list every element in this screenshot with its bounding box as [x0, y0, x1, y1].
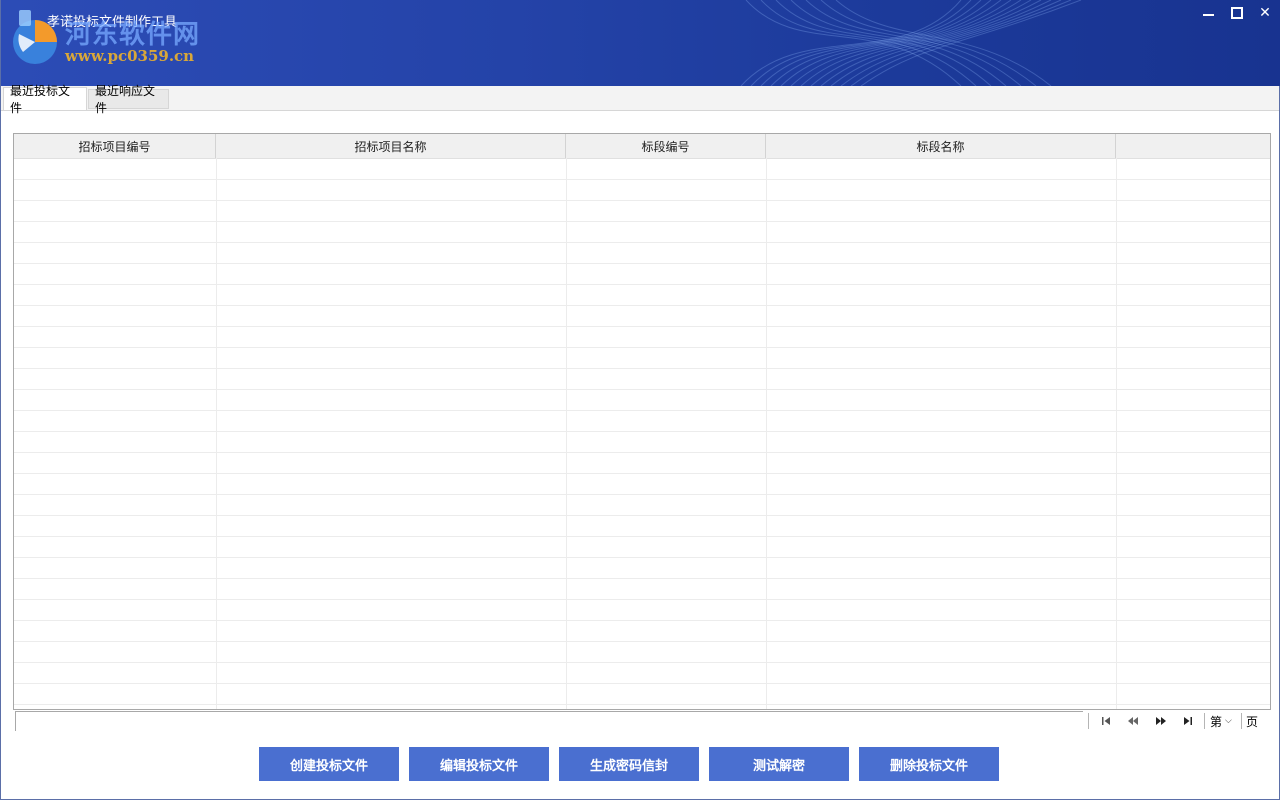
row-gridline — [14, 494, 1270, 495]
watermark-text: 河东软件网 — [65, 20, 201, 50]
column-header-filler — [1116, 134, 1270, 158]
bid-files-table: 招标项目编号 招标项目名称 标段编号 标段名称 — [13, 133, 1271, 710]
next-page-icon — [1156, 717, 1166, 725]
last-page-button[interactable] — [1179, 713, 1197, 729]
prev-page-icon — [1128, 717, 1138, 725]
maximize-button[interactable] — [1223, 2, 1251, 24]
scrollbar-track — [15, 711, 1083, 712]
last-page-icon — [1184, 717, 1192, 725]
row-gridline — [14, 473, 1270, 474]
row-gridline — [14, 641, 1270, 642]
page-prefix-label: 第 — [1210, 714, 1223, 729]
column-gridline — [1116, 158, 1117, 709]
column-header-section-number[interactable]: 标段编号 — [566, 134, 766, 158]
generate-password-envelope-button[interactable]: 生成密码信封 — [559, 747, 699, 781]
table-header: 招标项目编号 招标项目名称 标段编号 标段名称 — [14, 134, 1270, 159]
first-page-icon — [1102, 717, 1110, 725]
app-window: 孝诺投标文件制作工具 河东软件网 www.pc0359.cn ✕ 最近投标文件 … — [0, 0, 1280, 800]
next-page-button[interactable] — [1152, 713, 1170, 729]
column-header-project-name[interactable]: 招标项目名称 — [216, 134, 566, 158]
row-gridline — [14, 704, 1270, 705]
column-header-section-name[interactable]: 标段名称 — [766, 134, 1116, 158]
row-gridline — [14, 662, 1270, 663]
pager-separator — [1241, 713, 1242, 729]
column-gridline — [216, 158, 217, 709]
scrollbar-edge — [15, 711, 16, 731]
row-gridline — [14, 263, 1270, 264]
row-gridline — [14, 389, 1270, 390]
row-gridline — [14, 368, 1270, 369]
row-gridline — [14, 347, 1270, 348]
row-gridline — [14, 620, 1270, 621]
page-suffix-label: 页 — [1246, 715, 1259, 729]
chevron-down-icon: ⌵ — [1225, 716, 1232, 726]
row-gridline — [14, 431, 1270, 432]
row-gridline — [14, 326, 1270, 327]
row-gridline — [14, 452, 1270, 453]
tab-bar: 最近投标文件 最近响应文件 — [1, 84, 1279, 115]
prev-page-button[interactable] — [1124, 713, 1142, 729]
pager-separator — [1204, 713, 1205, 729]
row-gridline — [14, 221, 1270, 222]
row-gridline — [14, 536, 1270, 537]
delete-bid-file-button[interactable]: 删除投标文件 — [859, 747, 999, 781]
test-decrypt-button[interactable]: 测试解密 — [709, 747, 849, 781]
row-gridline — [14, 578, 1270, 579]
tab-recent-bid-files[interactable]: 最近投标文件 — [3, 84, 87, 115]
row-gridline — [14, 683, 1270, 684]
row-gridline — [14, 557, 1270, 558]
close-button[interactable]: ✕ — [1251, 2, 1279, 24]
pager-bar: 第 ⌵ 页 — [15, 711, 1271, 731]
row-gridline — [14, 305, 1270, 306]
table-body — [14, 158, 1270, 709]
minimize-button[interactable] — [1194, 2, 1222, 24]
create-bid-file-button[interactable]: 创建投标文件 — [259, 747, 399, 781]
minimize-icon — [1202, 14, 1214, 16]
maximize-icon — [1231, 7, 1243, 19]
row-gridline — [14, 242, 1270, 243]
column-header-project-number[interactable]: 招标项目编号 — [14, 134, 216, 158]
row-gridline — [14, 410, 1270, 411]
edit-bid-file-button[interactable]: 编辑投标文件 — [409, 747, 549, 781]
title-banner: 孝诺投标文件制作工具 河东软件网 www.pc0359.cn ✕ — [1, 0, 1280, 86]
row-gridline — [14, 200, 1270, 201]
pager-separator — [1088, 713, 1089, 729]
row-gridline — [14, 179, 1270, 180]
page-number-select[interactable]: 第 ⌵ — [1210, 712, 1240, 730]
row-gridline — [14, 599, 1270, 600]
column-gridline — [566, 158, 567, 709]
row-gridline — [14, 284, 1270, 285]
first-page-button[interactable] — [1097, 713, 1115, 729]
column-gridline — [766, 158, 767, 709]
watermark-url: www.pc0359.cn — [65, 47, 195, 65]
close-icon: ✕ — [1259, 5, 1271, 21]
row-gridline — [14, 515, 1270, 516]
tab-recent-response-files[interactable]: 最近响应文件 — [88, 84, 169, 115]
